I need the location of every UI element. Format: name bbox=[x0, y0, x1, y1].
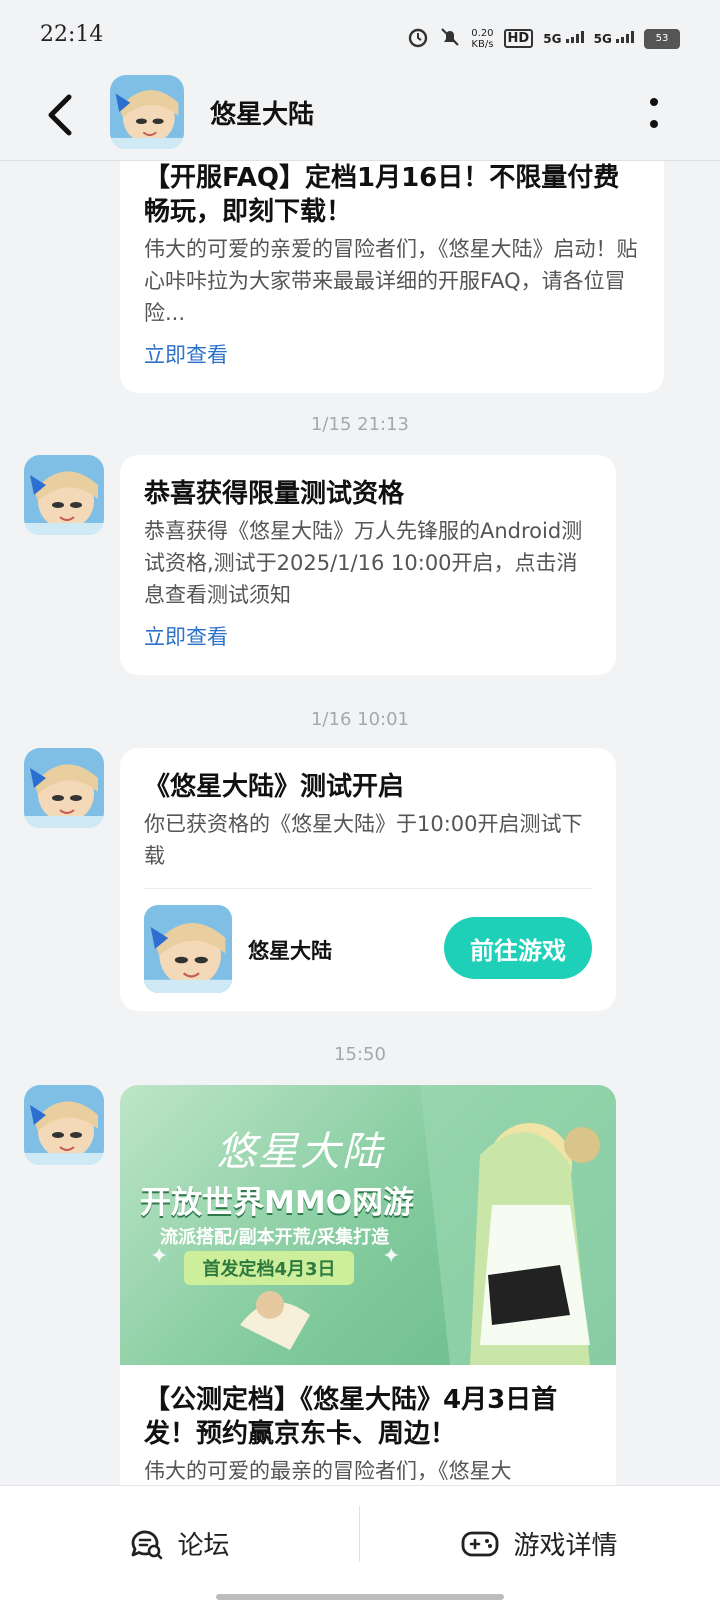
message-list[interactable]: 【开服FAQ】定档1月16日！不限量付费畅玩，即刻下载！ 伟大的可爱的亲爱的冒险… bbox=[0, 161, 720, 1485]
forum-chat-icon bbox=[132, 1530, 163, 1559]
chat-header: 悠星大陆 bbox=[0, 70, 720, 161]
message-card[interactable]: 【开服FAQ】定档1月16日！不限量付费畅玩，即刻下载！ 伟大的可爱的亲爱的冒险… bbox=[120, 161, 664, 393]
game-name: 悠星大陆 bbox=[248, 939, 332, 963]
more-button[interactable] bbox=[644, 96, 664, 132]
game-avatar-icon bbox=[110, 75, 184, 149]
alarm-icon bbox=[407, 26, 429, 51]
message-body: 伟大的可爱的最亲的冒险者们，《悠星大 bbox=[144, 1459, 512, 1483]
banner-headline: 开放世界MMO网游 bbox=[140, 1185, 415, 1221]
sender-avatar[interactable] bbox=[24, 1085, 104, 1165]
message-card[interactable]: 恭喜获得限量测试资格 恭喜获得《悠星大陆》万人先锋服的Android测试资格,测… bbox=[120, 455, 616, 675]
header-avatar[interactable] bbox=[110, 75, 184, 149]
timestamp: 1/15 21:13 bbox=[310, 414, 409, 435]
game-avatar-icon bbox=[24, 748, 104, 828]
back-chevron-icon bbox=[48, 94, 72, 136]
message-title: 【公测定档】《悠星大陆》4月3日首发！预约赢京东卡、周边！ bbox=[144, 1385, 558, 1449]
bottom-nav: 论坛 游戏详情 bbox=[0, 1485, 720, 1601]
message-title: 恭喜获得限量测试资格 bbox=[144, 479, 405, 509]
promo-banner[interactable]: ✦ ✦ 悠星大陆 开放世界MMO网游 流派搭配/副本开荒/采集打造 首发定档4月… bbox=[120, 1085, 616, 1365]
message-body: 你已获资格的《悠星大陆》于10:00开启测试下载 bbox=[144, 812, 583, 868]
view-now-link[interactable]: 立即查看 bbox=[144, 621, 592, 651]
status-bar: 22:14 0.20 KB/s HD 5G 5G 53 bbox=[0, 0, 720, 70]
message-content: 【公测定档】《悠星大陆》4月3日首发！预约赢京东卡、周边！ 伟大的可爱的最亲的冒… bbox=[120, 1365, 616, 1485]
go-to-game-button[interactable]: 前往游戏 bbox=[444, 917, 592, 979]
hd-badge: HD bbox=[503, 29, 534, 48]
timestamp: 1/16 10:01 bbox=[310, 709, 409, 730]
chat-title: 悠星大陆 bbox=[210, 100, 315, 130]
timestamp: 15:50 bbox=[334, 1044, 386, 1065]
status-icons: 0.20 KB/s HD 5G 5G 53 bbox=[407, 26, 680, 51]
message-title: 《悠星大陆》测试开启 bbox=[144, 772, 405, 802]
message-body: 恭喜获得《悠星大陆》万人先锋服的Android测试资格,测试于2025/1/16… bbox=[144, 519, 583, 607]
sender-avatar[interactable] bbox=[24, 455, 104, 535]
back-button[interactable] bbox=[40, 90, 80, 140]
mute-bell-icon bbox=[439, 26, 461, 51]
launch-date-badge: 首发定档4月3日 bbox=[184, 1251, 354, 1285]
message-card[interactable]: 《悠星大陆》测试开启 你已获资格的《悠星大陆》于10:00开启测试下载 悠星大陆… bbox=[120, 748, 616, 1011]
status-time: 22:14 bbox=[40, 22, 104, 47]
game-entry[interactable]: 悠星大陆 前往游戏 bbox=[144, 889, 592, 1011]
signal-5g-1: 5G bbox=[543, 31, 584, 46]
message-card[interactable]: ✦ ✦ 悠星大陆 开放世界MMO网游 流派搭配/副本开荒/采集打造 首发定档4月… bbox=[120, 1085, 616, 1485]
game-detail-label: 游戏详情 bbox=[513, 1531, 618, 1561]
view-now-link[interactable]: 立即查看 bbox=[144, 339, 640, 369]
forum-tab[interactable]: 论坛 bbox=[0, 1486, 359, 1601]
game-avatar-icon bbox=[24, 455, 104, 535]
forum-label: 论坛 bbox=[177, 1531, 230, 1561]
game-avatar-icon bbox=[144, 905, 232, 993]
message-body: 伟大的可爱的亲爱的冒险者们，《悠星大陆》启动！贴心咔咔拉为大家带来最最详细的开服… bbox=[144, 237, 638, 325]
game-detail-tab[interactable]: 游戏详情 bbox=[360, 1486, 719, 1601]
sender-avatar[interactable] bbox=[24, 748, 104, 828]
banner-subtitle: 流派搭配/副本开荒/采集打造 bbox=[160, 1227, 390, 1248]
message-title: 【开服FAQ】定档1月16日！不限量付费畅玩，即刻下载！ bbox=[144, 163, 620, 227]
network-speed: 0.20 KB/s bbox=[471, 27, 494, 50]
game-avatar-icon bbox=[24, 1085, 104, 1165]
battery-icon: 53 bbox=[644, 28, 680, 49]
home-indicator[interactable] bbox=[216, 1594, 504, 1600]
more-vertical-icon bbox=[650, 98, 658, 106]
signal-5g-2: 5G bbox=[594, 31, 634, 46]
game-icon bbox=[144, 905, 232, 993]
banner-logo: 悠星大陆 bbox=[216, 1129, 384, 1175]
gamepad-icon bbox=[462, 1531, 499, 1556]
